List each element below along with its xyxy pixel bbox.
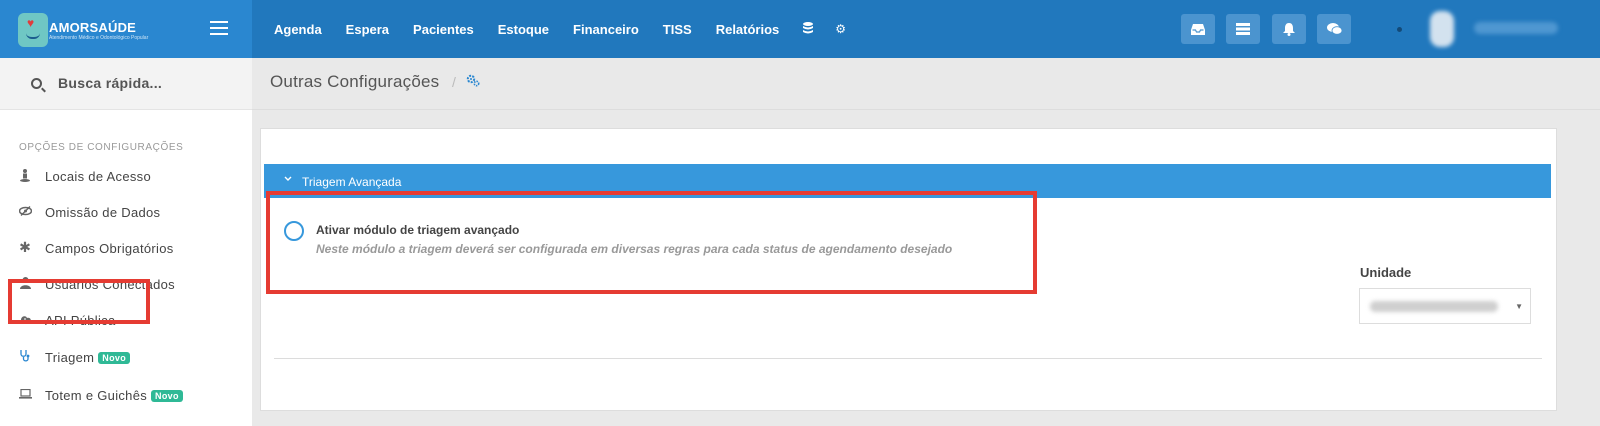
sidebar-item-totem-e-guiches[interactable]: Totem e Guichês Novo — [0, 380, 252, 410]
stethoscope-icon — [18, 350, 32, 365]
heart-icon: ♥ — [27, 16, 35, 30]
cogs-icon — [466, 74, 480, 91]
database-icon[interactable] — [803, 21, 814, 37]
asterisk-icon: ✱ — [19, 239, 31, 255]
chat-button[interactable] — [1317, 14, 1351, 44]
unit-select[interactable]: ▼ — [1359, 288, 1531, 324]
inbox-button[interactable] — [1181, 14, 1215, 44]
nav-tiss[interactable]: TISS — [663, 22, 692, 37]
sidebar-item-triagem[interactable]: Triagem Novo — [0, 342, 252, 372]
server-icon — [1236, 23, 1250, 35]
avatar[interactable] — [1430, 11, 1454, 47]
triagem-label: Triagem — [45, 350, 95, 365]
nav-estoque[interactable]: Estoque — [498, 22, 549, 37]
smile-icon — [26, 33, 40, 39]
brand-area: ♥ AMORSAÚDE Atendimento Médico e Odontol… — [0, 0, 252, 58]
chevron-down-icon — [284, 174, 292, 185]
sidebar-item-locais-de-acesso[interactable]: Locais de Acesso — [0, 161, 252, 191]
quick-search[interactable]: Busca rápida... — [0, 58, 252, 110]
sidebar: Busca rápida... OPÇÕES DE CONFIGURAÇÕES … — [0, 58, 252, 426]
breadcrumb-separator: / — [452, 74, 456, 90]
nav-pacientes[interactable]: Pacientes — [413, 22, 474, 37]
new-badge: Novo — [151, 390, 183, 402]
new-badge: Novo — [98, 352, 130, 364]
highlight-box-triagem — [8, 279, 150, 324]
street-view-icon — [18, 169, 32, 185]
nav-relatorios[interactable]: Relatórios — [716, 22, 780, 37]
unit-value-blurred — [1370, 301, 1498, 312]
brand-subtitle: Atendimento Médico e Odontológico Popula… — [49, 35, 149, 41]
status-dot — [1397, 27, 1402, 32]
sidebar-item-label: Triagem Novo — [45, 350, 130, 365]
sidebar-item-omissao-de-dados[interactable]: Omissão de Dados — [0, 197, 252, 227]
nav-financeiro[interactable]: Financeiro — [573, 22, 639, 37]
nav-agenda[interactable]: Agenda — [274, 22, 322, 37]
username-blurred[interactable] — [1474, 22, 1558, 34]
section-title: OPÇÕES DE CONFIGURAÇÕES — [19, 142, 184, 153]
unit-label: Unidade — [1360, 265, 1412, 280]
eye-slash-icon — [18, 205, 32, 219]
laptop-icon — [18, 388, 32, 402]
logo-icon[interactable]: ♥ — [18, 13, 48, 47]
gear-icon[interactable]: ⚙ — [835, 22, 846, 36]
content-header: Outras Configurações / — [252, 58, 1600, 110]
server-button[interactable] — [1226, 14, 1260, 44]
main-nav: Agenda Espera Pacientes Estoque Financei… — [274, 0, 868, 58]
inbox-icon — [1191, 24, 1205, 35]
sidebar-item-label: Campos Obrigatórios — [45, 241, 174, 256]
chat-icon — [1326, 23, 1342, 35]
nav-espera[interactable]: Espera — [346, 22, 389, 37]
menu-toggle-icon[interactable] — [210, 21, 228, 35]
totem-label: Totem e Guichês — [45, 388, 148, 403]
bell-icon — [1283, 23, 1295, 36]
sidebar-item-label: Omissão de Dados — [45, 205, 161, 220]
notifications-button[interactable] — [1272, 14, 1306, 44]
accordion-title: Triagem Avançada — [302, 175, 402, 189]
brand-name: AMORSAÚDE — [49, 20, 137, 35]
caret-down-icon: ▼ — [1515, 302, 1523, 311]
top-bar: ♥ AMORSAÚDE Atendimento Médico e Odontol… — [0, 0, 1600, 58]
highlight-box-option — [266, 191, 1037, 294]
sidebar-item-campos-obrigatorios[interactable]: ✱ Campos Obrigatórios — [0, 233, 252, 263]
sidebar-item-label: Locais de Acesso — [45, 169, 151, 184]
divider — [274, 358, 1542, 359]
page-title: Outras Configurações — [270, 72, 440, 91]
search-label: Busca rápida... — [58, 75, 163, 91]
sidebar-item-label: Totem e Guichês Novo — [45, 388, 183, 403]
search-icon — [31, 78, 42, 89]
